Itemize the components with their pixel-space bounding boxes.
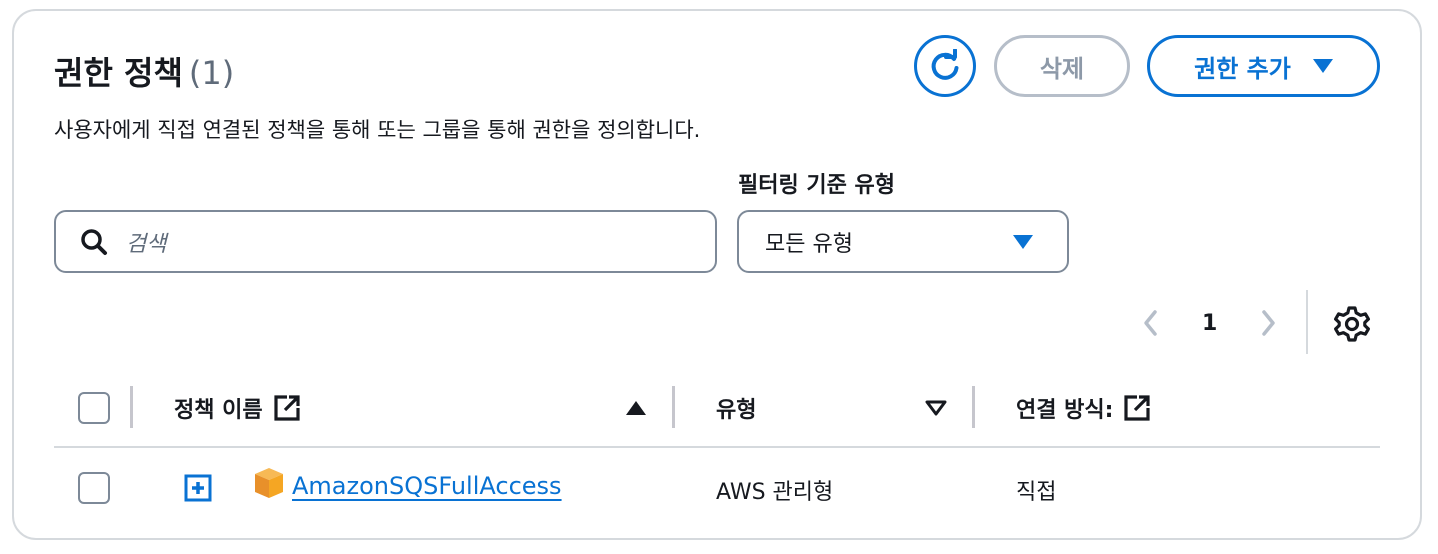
sort-descending-icon[interactable] [924,398,948,418]
gear-icon[interactable] [1332,304,1372,344]
next-page-icon[interactable] [1257,308,1279,338]
search-placeholder: 검색 [126,231,167,257]
delete-button[interactable]: 삭제 [994,35,1130,97]
policy-cube-icon [255,468,283,498]
search-input[interactable]: 검색 [54,210,717,273]
refresh-button[interactable] [914,35,976,97]
type-filter-value: 모든 유형 [765,231,853,257]
expand-plus-icon[interactable] [184,474,212,502]
column-header-attached-via: 연결 방식: [1016,392,1151,424]
select-all-checkbox[interactable] [78,392,110,424]
delete-button-label: 삭제 [1039,54,1085,83]
table-header-divider [54,446,1380,448]
pagination-divider [1306,290,1308,354]
column-policy-name-label: 정책 이름 [174,398,263,423]
filter-type-label: 필터링 기준 유형 [738,173,895,198]
table-row: AmazonSQSFullAccess [292,472,562,500]
policy-name-link[interactable]: AmazonSQSFullAccess [292,472,562,500]
external-link-icon[interactable] [1123,394,1151,422]
column-header-type[interactable]: 유형 [716,392,756,424]
add-permissions-label: 권한 추가 [1194,54,1291,83]
previous-page-icon[interactable] [1140,308,1162,338]
column-separator [672,386,675,428]
attached-via-cell: 직접 [1016,480,1057,505]
current-page[interactable]: 1 [1202,311,1217,336]
column-attached-via-label: 연결 방식: [1016,398,1114,423]
sort-ascending-icon[interactable] [624,398,648,418]
external-link-icon [274,395,300,421]
caret-down-icon [1312,59,1333,73]
column-separator [130,386,133,428]
add-permissions-button[interactable]: 권한 추가 [1147,35,1380,97]
panel-description: 사용자에게 직접 연결된 정책을 통해 또는 그룹을 통해 권한을 정의합니다. [54,118,701,142]
policy-type-cell: AWS 관리형 [716,480,834,505]
chevron-down-icon [1013,234,1033,249]
column-header-policy-name[interactable]: 정책 이름 [174,392,301,424]
column-separator [972,386,975,428]
pagination: 1 [1140,300,1279,346]
type-filter-select[interactable]: 모든 유형 [737,210,1069,273]
panel-title: 권한 정책 (1) [54,48,234,94]
row-select-checkbox[interactable] [78,472,110,504]
refresh-icon [931,49,959,80]
search-icon [81,228,107,255]
panel-title-text: 권한 정책 [54,54,183,92]
policy-count: (1) [188,54,235,92]
column-type-label: 유형 [716,398,757,423]
